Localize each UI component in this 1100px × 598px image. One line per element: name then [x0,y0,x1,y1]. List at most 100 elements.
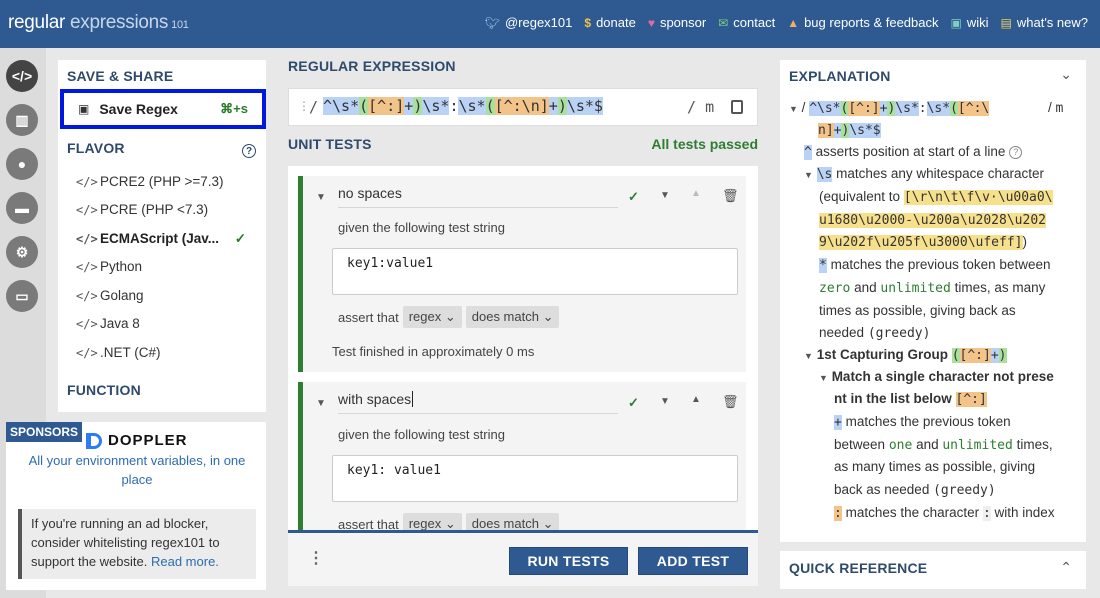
nav-twitter[interactable]: 🐦︎ @regex101 [485,15,573,30]
subject-select[interactable]: regex ⌄ [402,513,462,530]
regex-delimiter-open: / [309,98,319,116]
rail-user-icon[interactable]: ● [6,148,38,180]
nav-label: donate [596,15,636,30]
expl-text: between [834,437,886,452]
flavor-pcre[interactable]: </> PCRE (PHP <7.3) [76,202,256,217]
sponsor-tagline[interactable]: All your environment variables, in one p… [26,451,248,489]
tests-status: All tests passed [651,136,758,152]
more-options-icon[interactable]: ⋮ [308,548,324,568]
warning-icon: ▲ [787,15,800,30]
nav-sponsor[interactable]: ♥ sponsor [648,15,706,30]
explanation-caret: ^ asserts position at start of a line ? [804,141,1023,164]
test-name-input[interactable]: with spaces [338,391,618,414]
regex-flag-m: m [705,98,715,116]
rail-library-icon[interactable]: ▥ [6,104,38,136]
delete-icon[interactable]: 🗑︎ [722,394,739,410]
save-regex-label: Save Regex [99,101,178,117]
explanation-plus-4: back as needed (greedy) [834,479,996,502]
left-panel: SAVE & SHARE ▣ Save Regex ⌘+s FLAVOR ? <… [58,60,266,412]
collapse-icon[interactable]: ▼ [316,398,326,409]
quick-reference-panel[interactable]: QUICK REFERENCE ⌃ [780,551,1086,589]
save-regex-button[interactable]: ▣ Save Regex ⌘+s [60,89,266,129]
flavor-ecmascript[interactable]: </> ECMAScript (Jav... ✓ [76,231,256,247]
expl-text: 1st Capturing Group [816,347,948,362]
sponsors-box: SPONSORS DOPPLER All your environment va… [6,422,266,590]
flavor-golang[interactable]: </> Golang [76,288,256,303]
expand-chevron-icon[interactable]: ⌃ [1060,559,1072,576]
regex-pattern[interactable]: ^\s*([^:]+)\s*:\s*([^:\n]+)\s*$ [323,97,603,115]
explanation-regex: ▼ / ^\s*([^:]+)\s*:\s*([^:\ [789,100,990,116]
expl-text: needed [819,325,865,340]
read-more-link[interactable]: Read more. [151,554,219,569]
whatsnew-icon: ▤ [1000,15,1012,30]
logo[interactable]: regular expressions 101 [8,12,189,34]
tree-toggle-icon[interactable]: ▼ [804,170,813,180]
doppler-logo[interactable]: DOPPLER [86,432,188,449]
help-icon[interactable]: ? [242,144,256,158]
passed-check-icon: ✓ [628,395,639,410]
move-down-icon[interactable]: ▼ [660,396,670,407]
regex-title: REGULAR EXPRESSION [288,58,456,74]
tree-toggle-icon[interactable]: ▼ [789,104,798,114]
rail-quiz-icon[interactable]: ▬ [6,192,38,224]
collapse-chevron-icon[interactable]: ⌄ [1060,66,1072,83]
nav-contact[interactable]: ✉ contact [718,15,775,30]
nav-whats-new[interactable]: ▤ what's new? [1001,15,1088,30]
flavor-python[interactable]: </> Python [76,259,256,274]
copy-icon[interactable] [731,100,743,114]
expl-text: with index [994,505,1055,520]
unit-test-card: ▼ with spaces ✓ ▼ ▲ 🗑︎ given the followi… [298,382,746,530]
run-tests-button[interactable]: RUN TESTS [509,547,628,575]
subject-select[interactable]: regex ⌄ [402,306,462,328]
regex-flags[interactable]: / m [687,98,714,116]
nav-wiki[interactable]: ▣ wiki [951,15,989,30]
expl-code: one [888,438,913,453]
subject-value: regex [408,516,442,530]
regex-input[interactable]: ⋮ / ^\s*([^:]+)\s*:\s*([^:\n]+)\s*$ / m [288,88,758,126]
unit-tests-title: UNIT TESTS [288,136,372,152]
move-down-icon[interactable]: ▼ [660,190,670,201]
rail-chat-icon[interactable]: ▭ [6,280,38,312]
move-up-icon[interactable]: ▲ [691,188,701,199]
unit-test-card: ▼ no spaces ✓ ▼ ▲ 🗑︎ given the following… [298,176,746,372]
code-icon: </> [76,345,98,360]
assert-label: assert that [338,516,399,531]
tree-toggle-icon[interactable]: ▼ [819,373,828,383]
assert-label: assert that [338,309,399,325]
flavor-label: PCRE2 (PHP >=7.3) [100,174,224,189]
matcher-select[interactable]: does match ⌄ [465,513,560,530]
collapse-icon[interactable]: ▼ [316,192,326,203]
expl-text: times, as many [954,280,1046,295]
help-icon[interactable]: ? [1009,145,1023,159]
expl-code: unlimited [942,438,1013,453]
expl-text: and [854,280,877,295]
flavor-pcre2[interactable]: </> PCRE2 (PHP >=7.3) [76,174,256,189]
delete-icon[interactable]: 🗑︎ [722,188,739,204]
move-up-icon[interactable]: ▲ [691,394,701,405]
code-icon: </> [76,288,98,303]
test-string-input[interactable]: key1:value1 [332,248,738,295]
nav-donate[interactable]: $ donate [584,15,635,30]
expl-text: matches the character [845,505,980,520]
expl-text: ) [1022,234,1028,249]
matcher-select[interactable]: does match ⌄ [465,306,560,328]
flavor-java[interactable]: </> Java 8 [76,316,256,331]
regex-delimiter-close: / [687,98,697,116]
explanation-plus: + matches the previous token [834,414,1011,430]
expl-text: back as needed [834,482,930,497]
explanation-flags: / m [1048,100,1064,116]
save-share-title: SAVE & SHARE [67,68,174,84]
nav-bug-reports[interactable]: ▲ bug reports & feedback [787,15,938,30]
expl-text: nt in the list below [834,391,952,406]
top-nav: 🐦︎ @regex101 $ donate ♥ sponsor ✉ contact ▲ b… [485,15,1088,30]
expl-text: Match a single character not prese [831,369,1054,384]
test-name-input[interactable]: no spaces [338,185,618,208]
add-test-button[interactable]: ADD TEST [638,547,748,575]
expl-text: and [916,437,939,452]
rail-code-icon[interactable]: </> [6,60,38,92]
function-title: FUNCTION [67,382,141,398]
tree-toggle-icon[interactable]: ▼ [804,351,813,361]
flavor-dotnet[interactable]: </> .NET (C#) [76,345,256,360]
test-string-input[interactable]: key1: value1 [332,455,738,502]
rail-settings-icon[interactable]: ⚙ [6,236,38,268]
